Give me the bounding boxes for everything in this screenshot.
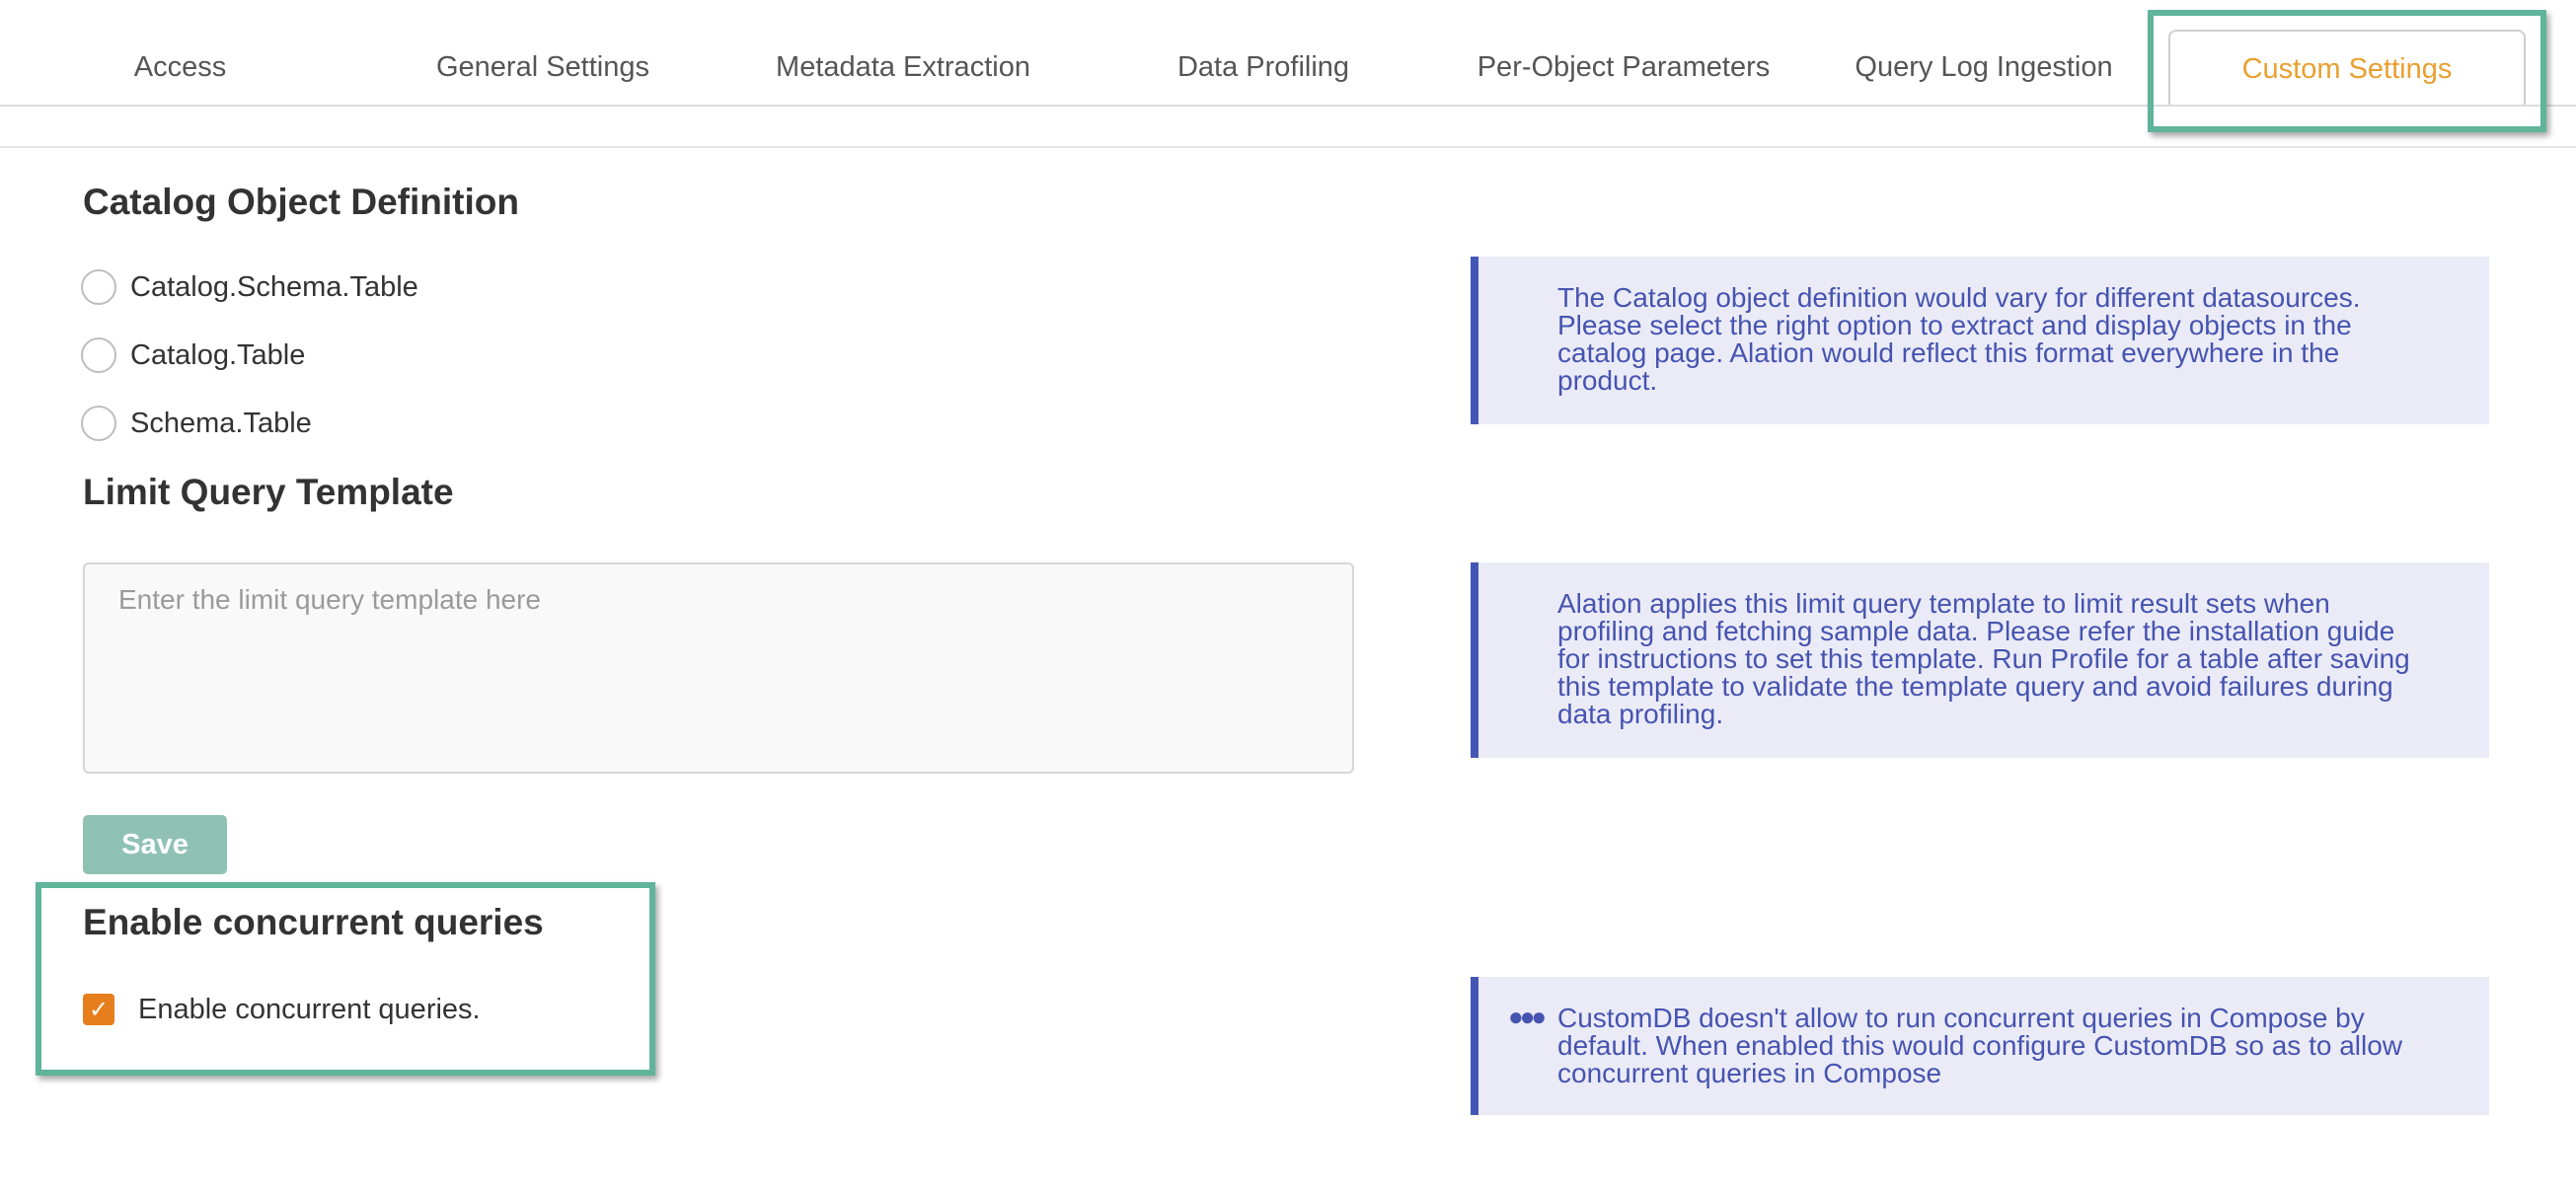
limit-query-template-input[interactable] <box>83 562 1354 774</box>
limit-query-template-title: Limit Query Template <box>83 472 454 512</box>
enable-concurrent-queries-checkbox[interactable]: ✓ <box>83 994 114 1025</box>
tab-general-settings[interactable]: General Settings <box>395 30 691 105</box>
radio-label: Catalog.Schema.Table <box>130 270 418 303</box>
limit-query-template-info: Alation applies this limit query templat… <box>1471 562 2489 758</box>
content-divider <box>0 146 2576 148</box>
tab-data-profiling[interactable]: Data Profiling <box>1140 30 1387 105</box>
radio-label: Schema.Table <box>130 407 312 439</box>
tab-metadata-extraction[interactable]: Metadata Extraction <box>745 30 1061 105</box>
checkbox-label: Enable concurrent queries. <box>138 993 481 1025</box>
catalog-object-definition-title: Catalog Object Definition <box>83 182 519 222</box>
radio-catalog-table[interactable]: Catalog.Table <box>81 335 305 376</box>
info-text: Alation applies this limit query templat… <box>1557 588 2410 729</box>
radio-catalog-schema-table[interactable]: Catalog.Schema.Table <box>81 266 418 308</box>
info-text: CustomDB doesn't allow to run concurrent… <box>1557 1003 2403 1088</box>
catalog-object-definition-info: The Catalog object definition would vary… <box>1471 257 2489 424</box>
enable-concurrent-queries-checkbox-row[interactable]: ✓ Enable concurrent queries. <box>83 991 481 1028</box>
tab-query-log-ingestion[interactable]: Query Log Ingestion <box>1836 30 2132 105</box>
tab-per-object-parameters[interactable]: Per-Object Parameters <box>1461 30 1786 105</box>
save-button[interactable]: Save <box>83 815 227 874</box>
radio-button[interactable] <box>81 406 116 441</box>
radio-button[interactable] <box>81 337 116 373</box>
info-text: The Catalog object definition would vary… <box>1557 282 2361 396</box>
enable-concurrent-queries-title: Enable concurrent queries <box>83 902 544 942</box>
ellipsis-icon: ●●● <box>1508 1002 1547 1031</box>
radio-label: Catalog.Table <box>130 338 306 371</box>
concurrent-queries-info: ●●● CustomDB doesn't allow to run concur… <box>1471 977 2489 1115</box>
radio-button[interactable] <box>81 269 116 305</box>
radio-schema-table[interactable]: Schema.Table <box>81 403 312 444</box>
custom-settings-tab-highlight <box>2148 10 2546 132</box>
tab-access[interactable]: Access <box>59 30 301 105</box>
